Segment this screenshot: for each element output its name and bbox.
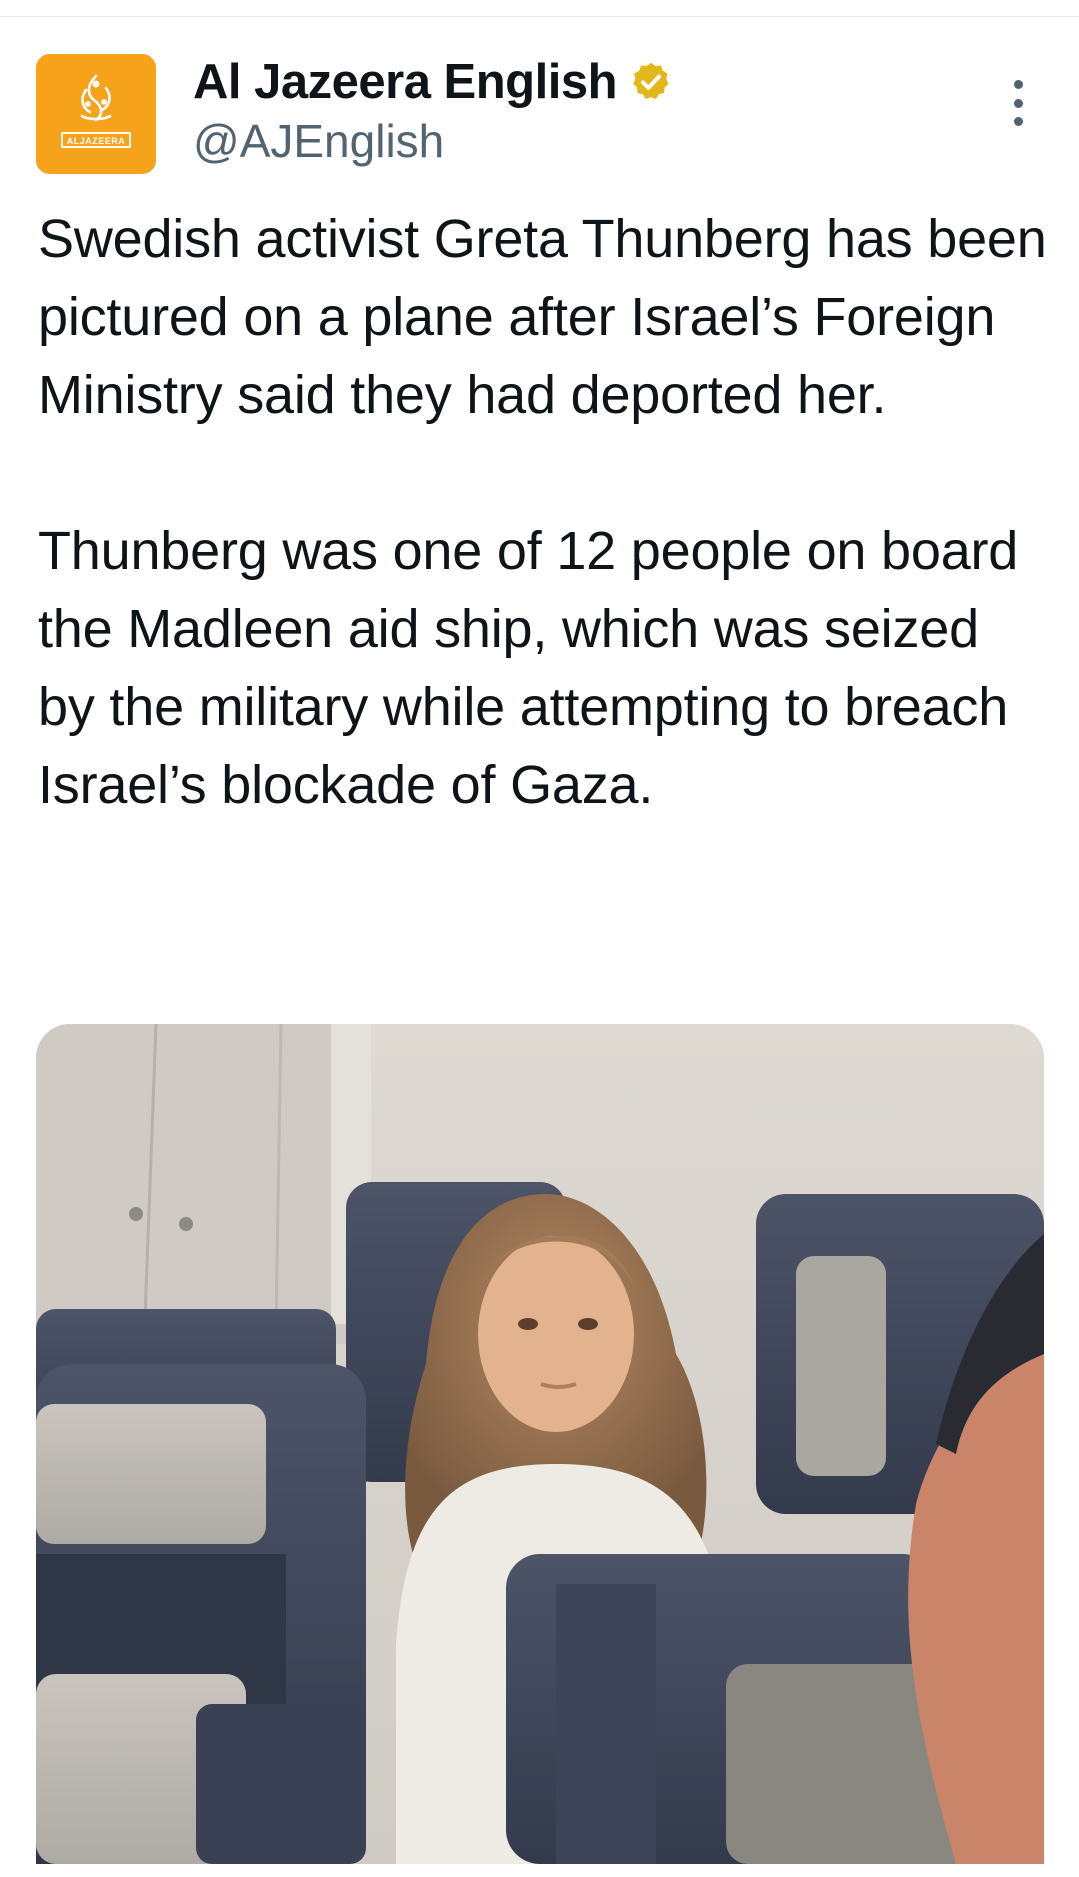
bottom-edge — [0, 1864, 1079, 1877]
author-handle[interactable]: @AJEnglish — [193, 114, 673, 168]
author-display-name[interactable]: Al Jazeera English — [193, 54, 618, 110]
tweet-text: Swedish activist Greta Thunberg has been… — [38, 200, 1048, 824]
tweet-header: Al Jazeera English @AJEnglish — [193, 52, 673, 168]
verified-badge-icon[interactable] — [629, 60, 673, 104]
airplane-cabin-photo — [36, 1024, 1044, 1864]
tweet-media-image[interactable] — [36, 1024, 1044, 1864]
more-dot — [1013, 80, 1023, 89]
more-dot — [1013, 117, 1023, 126]
author-avatar[interactable]: ALJAZEERA — [36, 54, 156, 174]
more-options-icon[interactable] — [1006, 80, 1030, 126]
tweet: ALJAZEERA Al Jazeera English @AJEnglish … — [0, 0, 1079, 1877]
tweet-paragraph-1: Swedish activist Greta Thunberg has been… — [38, 209, 1047, 425]
more-dot — [1013, 98, 1023, 108]
avatar-logo-text: ALJAZEERA — [67, 136, 126, 146]
tweet-paragraph-2: Thunberg was one of 12 people on board t… — [38, 521, 1019, 815]
name-row: Al Jazeera English — [193, 52, 673, 112]
al-jazeera-logo: ALJAZEERA — [36, 54, 156, 174]
